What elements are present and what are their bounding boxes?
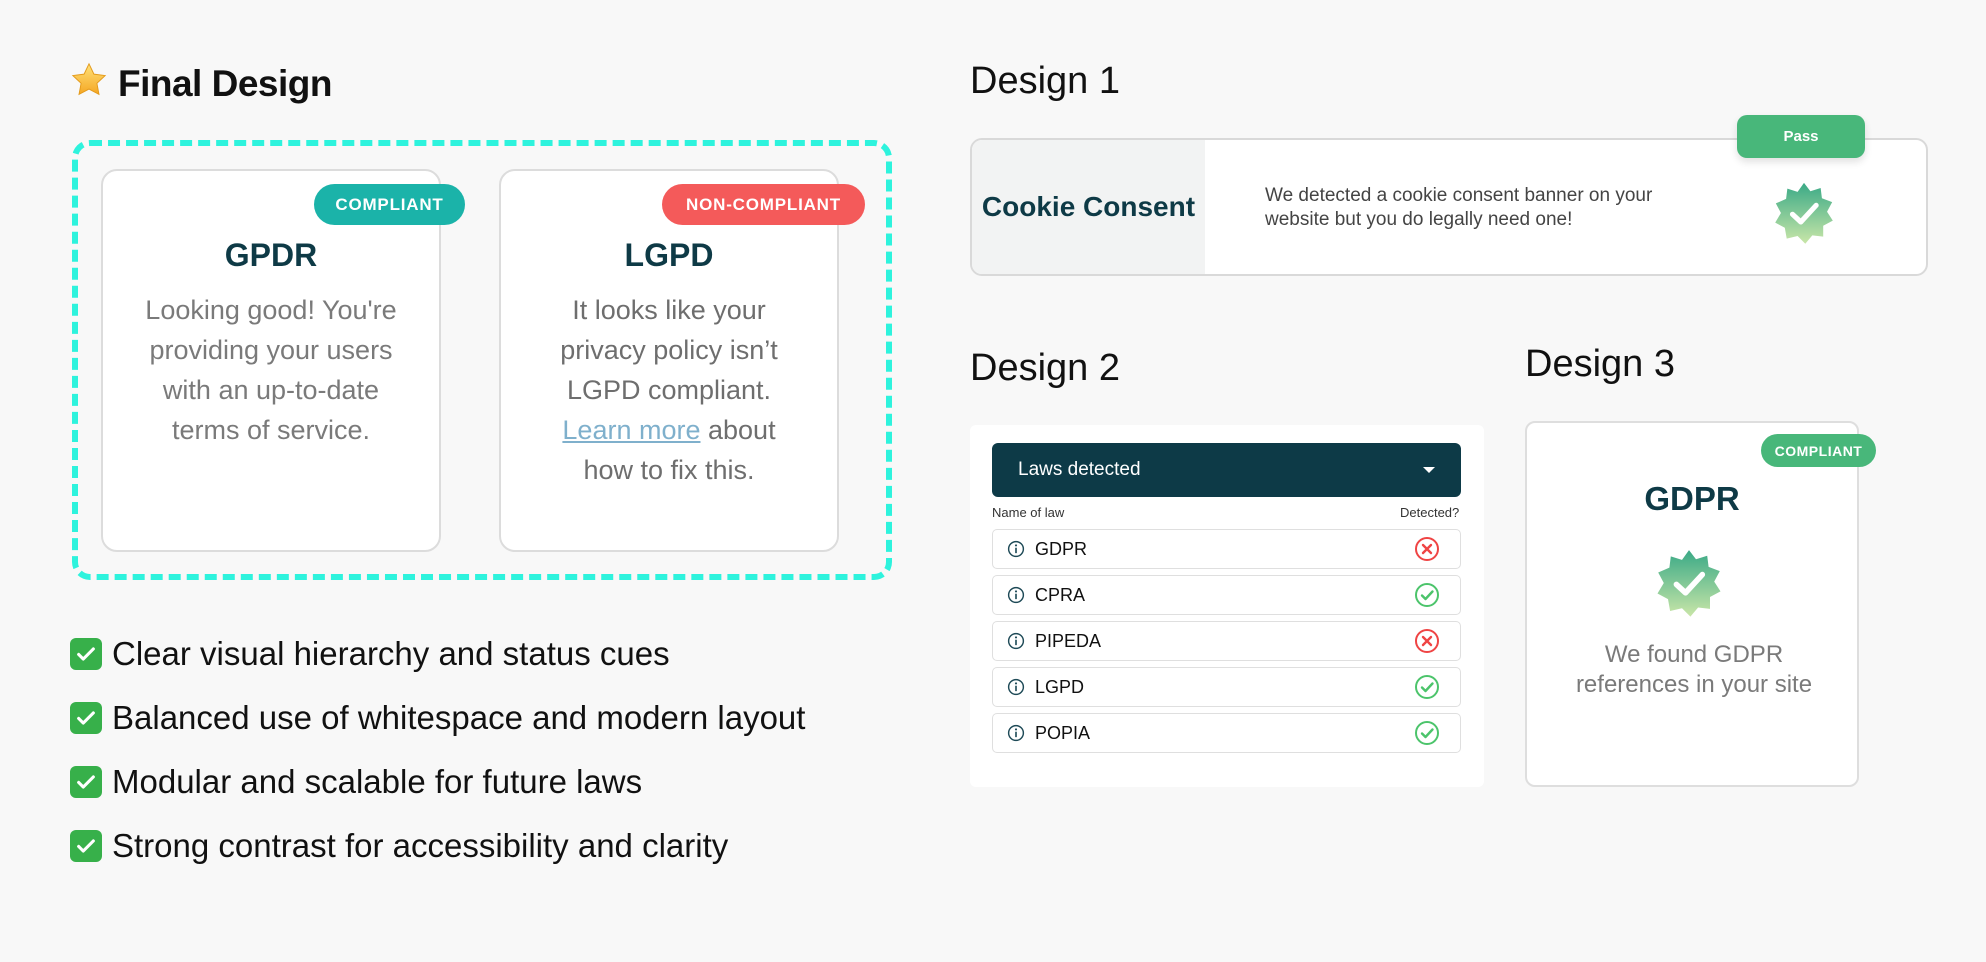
bullet-text: Modular and scalable for future laws xyxy=(112,763,643,800)
info-icon[interactable] xyxy=(1007,678,1025,696)
card-body: Looking good! You're providing your user… xyxy=(145,295,397,445)
detected-check-icon xyxy=(1414,720,1440,746)
final-design-title-text: Final Design xyxy=(118,63,332,104)
cookie-consent-text: We detected a cookie consent banner on y… xyxy=(1265,185,1653,230)
design-3-heading: Design 3 xyxy=(1525,343,1675,385)
status-badge-compliant: COMPLIANT xyxy=(314,184,465,225)
status-badge-compliant: COMPLIANT xyxy=(1761,434,1876,467)
detected-check-icon xyxy=(1414,674,1440,700)
learn-more-link[interactable]: Learn more xyxy=(562,415,700,445)
check-mark-button-icon xyxy=(70,702,102,734)
column-header-detected: Detected? xyxy=(1400,505,1460,520)
card-title: GPDR xyxy=(224,237,318,273)
card-body-text: It looks like your privacy policy isn’t … xyxy=(560,295,778,405)
law-name: GDPR xyxy=(1035,538,1088,559)
info-icon[interactable] xyxy=(1007,632,1025,650)
bullet-text: Clear visual hierarchy and status cues xyxy=(112,635,670,672)
law-name: CPRA xyxy=(1035,584,1086,605)
column-header-name: Name of law xyxy=(992,505,1065,520)
law-name: PIPEDA xyxy=(1035,630,1102,651)
cookie-consent-label: Cookie Consent xyxy=(972,140,1205,274)
bullet-item: Clear visual hierarchy and status cues xyxy=(70,632,670,676)
cookie-consent-card: Cookie Consent We detected a cookie cons… xyxy=(970,138,1928,276)
card-title: GDPR xyxy=(1644,480,1740,517)
card-body: We found GDPR references in your site xyxy=(1575,641,1813,698)
law-row: PIPEDA xyxy=(992,621,1461,661)
detected-check-icon xyxy=(1414,582,1440,608)
info-icon[interactable] xyxy=(1007,540,1025,558)
info-icon[interactable] xyxy=(1007,724,1025,742)
bullet-text: Strong contrast for accessibility and cl… xyxy=(112,827,729,864)
pass-badge: Pass xyxy=(1737,115,1865,158)
laws-detected-panel: Laws detected Name of law Detected? GDPR… xyxy=(970,425,1484,787)
check-mark-button-icon xyxy=(70,830,102,862)
verified-badge-icon xyxy=(1654,548,1724,623)
final-design-title: Final Design xyxy=(70,60,332,108)
gdpr-card: GDPR We found GDPR references in your si… xyxy=(1525,421,1859,787)
law-row: POPIA xyxy=(992,713,1461,753)
bullet-item: Modular and scalable for future laws xyxy=(70,760,642,804)
status-badge-non-compliant: NON-COMPLIANT xyxy=(662,184,865,225)
law-card-gpdr: GPDR Looking good! You're providing your… xyxy=(101,169,441,552)
star-icon xyxy=(70,61,108,108)
design-1-heading: Design 1 xyxy=(970,60,1120,102)
law-row: CPRA xyxy=(992,575,1461,615)
not-detected-icon xyxy=(1414,628,1440,654)
design-2-heading: Design 2 xyxy=(970,347,1120,389)
bullet-item: Balanced use of whitespace and modern la… xyxy=(70,696,805,740)
law-row: LGPD xyxy=(992,667,1461,707)
not-detected-icon xyxy=(1414,536,1440,562)
law-row: GDPR xyxy=(992,529,1461,569)
law-name: POPIA xyxy=(1035,722,1091,743)
verified-badge-icon xyxy=(1772,181,1836,250)
caret-down-icon xyxy=(1423,467,1435,473)
check-mark-button-icon xyxy=(70,766,102,798)
dropdown-label: Laws detected xyxy=(1018,459,1141,480)
card-title: LGPD xyxy=(624,237,714,273)
bullet-text: Balanced use of whitespace and modern la… xyxy=(112,699,806,736)
check-mark-button-icon xyxy=(70,638,102,670)
bullet-item: Strong contrast for accessibility and cl… xyxy=(70,824,728,868)
law-card-lgpd: LGPD It looks like your privacy policy i… xyxy=(499,169,839,552)
card-body: It looks like your privacy policy isn’t … xyxy=(534,290,804,490)
info-icon[interactable] xyxy=(1007,586,1025,604)
law-name: LGPD xyxy=(1035,676,1085,697)
laws-detected-dropdown[interactable]: Laws detected xyxy=(992,443,1461,497)
